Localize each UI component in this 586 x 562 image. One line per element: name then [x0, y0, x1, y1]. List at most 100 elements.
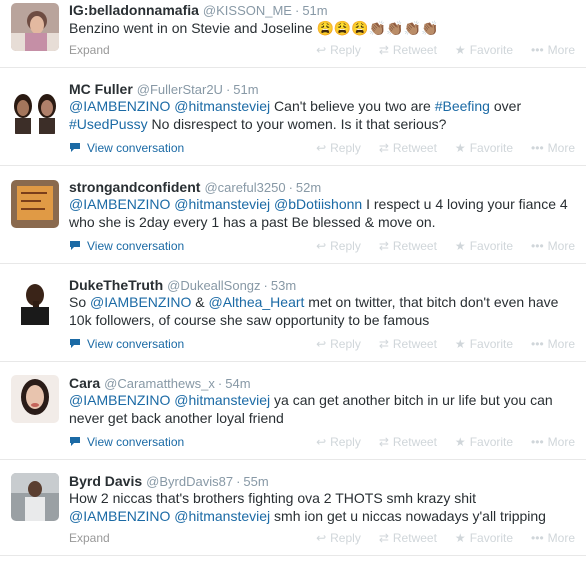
more-button[interactable]: ••• More	[531, 530, 575, 546]
display-name[interactable]: strongandconfident	[69, 179, 200, 195]
view-conversation-label: View conversation	[87, 239, 185, 253]
tweet-text-line: @IAMBENZINO @hitmansteviej ya can get an…	[69, 391, 581, 409]
view-conversation-link[interactable]: View conversation	[69, 337, 184, 351]
favorite-button[interactable]: ★ Favorite	[455, 336, 513, 352]
tweet-text-line: never get back another loyal friend	[69, 409, 581, 427]
more-icon: •••	[531, 531, 544, 545]
mention-link[interactable]: @hitmansteviej	[174, 508, 270, 524]
star-icon: ★	[454, 337, 466, 351]
mention-link[interactable]: @hitmansteviej	[174, 98, 270, 114]
reply-button[interactable]: ↩ Reply	[316, 42, 361, 58]
reply-icon: ↩	[316, 531, 327, 545]
reply-label: Reply	[330, 337, 361, 351]
mention-link[interactable]: @IAMBENZINO	[90, 294, 191, 310]
more-button[interactable]: ••• More	[531, 336, 575, 352]
display-name[interactable]: Cara	[69, 375, 100, 391]
tweet[interactable]: IG:belladonnamafia @KISSON_ME · 51m Benzino…	[0, 0, 586, 68]
timestamp[interactable]: 53m	[271, 278, 296, 293]
tweet-actions: ↩ Reply ⇄ Retweet ★ Favorite ••• More	[298, 336, 575, 352]
timestamp[interactable]: 52m	[296, 180, 321, 195]
favorite-button[interactable]: ★ Favorite	[455, 42, 513, 58]
expand-link[interactable]: Expand	[69, 43, 110, 57]
separator-dot: ·	[288, 180, 293, 195]
more-icon: •••	[531, 239, 544, 253]
mention-link[interactable]: @hitmansteviej	[174, 392, 270, 408]
timestamp[interactable]: 51m	[302, 3, 327, 18]
mention-link[interactable]: @IAMBENZINO	[69, 392, 170, 408]
mention-link[interactable]: @Althea_Heart	[208, 294, 304, 310]
retweet-button[interactable]: ⇄ Retweet	[379, 434, 437, 450]
mention-link[interactable]: @bDotiishonn	[274, 196, 362, 212]
reply-icon: ↩	[316, 435, 327, 449]
favorite-button[interactable]: ★ Favorite	[455, 530, 513, 546]
retweet-button[interactable]: ⇄ Retweet	[379, 238, 437, 254]
retweet-button[interactable]: ⇄ Retweet	[379, 140, 437, 156]
tweet[interactable]: Byrd Davis @ByrdDavis87 · 55m How 2 niccas …	[0, 460, 586, 556]
timestamp[interactable]: 51m	[233, 82, 258, 97]
username[interactable]: @DukeallSongz	[167, 278, 260, 293]
tweet[interactable]: DukeTheTruth @DukeallSongz · 53m So @IAMBEN…	[0, 264, 586, 362]
avatar[interactable]	[11, 86, 59, 134]
tweet[interactable]: Cara @Caramatthews_x · 54m @IAMBENZINO @hit…	[0, 362, 586, 460]
display-name[interactable]: IG:belladonnamafia	[69, 2, 199, 18]
tweet-text-line: 10k followers, of course she saw opportu…	[69, 311, 581, 329]
favorite-button[interactable]: ★ Favorite	[455, 140, 513, 156]
star-icon: ★	[454, 43, 466, 57]
view-conversation-label: View conversation	[87, 337, 185, 351]
username[interactable]: @ByrdDavis87	[146, 474, 233, 489]
avatar[interactable]	[11, 3, 59, 51]
reply-button[interactable]: ↩ Reply	[316, 336, 361, 352]
timestamp[interactable]: 54m	[225, 376, 250, 391]
expand-link[interactable]: Expand	[69, 531, 110, 545]
mention-link[interactable]: @IAMBENZINO	[69, 98, 170, 114]
text-span: No disrespect to your women. Is it that …	[147, 116, 447, 132]
reply-button[interactable]: ↩ Reply	[316, 434, 361, 450]
avatar[interactable]	[11, 277, 59, 325]
view-conversation-link[interactable]: View conversation	[69, 239, 184, 253]
retweet-button[interactable]: ⇄ Retweet	[379, 42, 437, 58]
view-conversation-link[interactable]: View conversation	[69, 435, 184, 449]
reply-button[interactable]: ↩ Reply	[316, 530, 361, 546]
text-span: smh ion get u niccas nowadays y'all trip…	[270, 508, 546, 524]
reply-icon: ↩	[316, 337, 327, 351]
display-name[interactable]: DukeTheTruth	[69, 277, 163, 293]
text-span: over	[489, 98, 522, 114]
more-icon: •••	[531, 141, 544, 155]
tweet[interactable]: MC Fuller @FullerStar2U · 51m @IAMBENZINO @…	[0, 68, 586, 166]
favorite-button[interactable]: ★ Favorite	[455, 434, 513, 450]
reply-button[interactable]: ↩ Reply	[316, 238, 361, 254]
retweet-button[interactable]: ⇄ Retweet	[379, 530, 437, 546]
more-label: More	[547, 435, 575, 449]
username[interactable]: @FullerStar2U	[137, 82, 223, 97]
more-button[interactable]: ••• More	[531, 140, 575, 156]
avatar[interactable]	[11, 375, 59, 423]
username[interactable]: @careful3250	[204, 180, 285, 195]
timestamp[interactable]: 55m	[243, 474, 268, 489]
more-button[interactable]: ••• More	[531, 42, 575, 58]
mention-link[interactable]: @IAMBENZINO	[69, 508, 170, 524]
separator-dot: ·	[263, 278, 268, 293]
more-button[interactable]: ••• More	[531, 434, 575, 450]
display-name[interactable]: MC Fuller	[69, 81, 133, 97]
username[interactable]: @KISSON_ME	[203, 3, 292, 18]
favorite-button[interactable]: ★ Favorite	[455, 238, 513, 254]
retweet-button[interactable]: ⇄ Retweet	[379, 336, 437, 352]
mention-link[interactable]: @hitmansteviej	[174, 196, 270, 212]
mention-link[interactable]: @IAMBENZINO	[69, 196, 170, 212]
hashtag-link[interactable]: #UsedPussy	[69, 116, 148, 132]
reply-label: Reply	[330, 531, 361, 545]
username[interactable]: @Caramatthews_x	[104, 376, 215, 391]
tweet-actions: ↩ Reply ⇄ Retweet ★ Favorite ••• More	[298, 530, 575, 546]
hashtag-link[interactable]: #Beefing	[435, 98, 490, 114]
tweet[interactable]: strongandconfident @careful3250 · 52m @IAMB…	[0, 166, 586, 264]
avatar[interactable]	[11, 473, 59, 521]
display-name[interactable]: Byrd Davis	[69, 473, 142, 489]
text-span: &	[191, 294, 209, 310]
view-conversation-link[interactable]: View conversation	[69, 141, 184, 155]
favorite-label: Favorite	[469, 531, 514, 545]
more-label: More	[547, 43, 575, 57]
avatar[interactable]	[11, 180, 59, 228]
more-button[interactable]: ••• More	[531, 238, 575, 254]
reply-button[interactable]: ↩ Reply	[316, 140, 361, 156]
reply-label: Reply	[330, 141, 361, 155]
